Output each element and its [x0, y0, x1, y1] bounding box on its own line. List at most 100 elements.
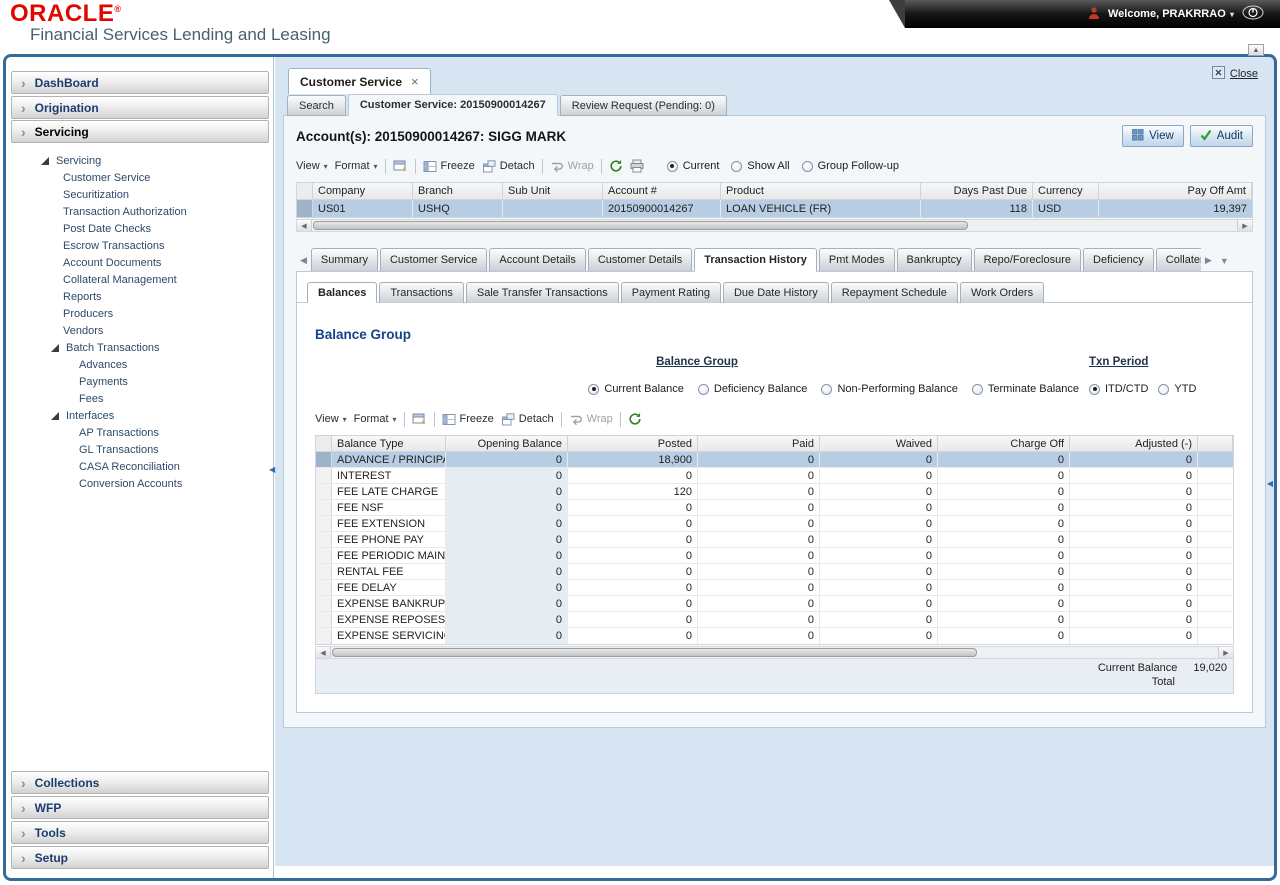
- tree-item-label[interactable]: CASA Reconciliation: [79, 461, 180, 473]
- tree-item-label[interactable]: Servicing: [56, 155, 101, 167]
- balance-group-radio[interactable]: Non-Performing Balance: [821, 383, 957, 395]
- balance-tab[interactable]: Sale Transfer Transactions: [466, 282, 619, 303]
- balance-row[interactable]: INTEREST 0 0 0 0 0 0: [316, 468, 1233, 484]
- logout-power-icon[interactable]: [1242, 5, 1264, 23]
- sidebar-section[interactable]: › Collections: [11, 771, 269, 794]
- tree-item[interactable]: Payments: [11, 373, 269, 390]
- column-header-company[interactable]: Company: [313, 183, 413, 199]
- balance-tab[interactable]: Work Orders: [960, 282, 1044, 303]
- balance-group-radio[interactable]: Terminate Balance: [972, 383, 1079, 395]
- tree-item-label[interactable]: Vendors: [63, 325, 103, 337]
- txn-period-radio[interactable]: ITD/CTD: [1089, 383, 1148, 395]
- sidebar-section[interactable]: › Origination: [11, 96, 269, 119]
- freeze-button[interactable]: Freeze: [442, 413, 494, 426]
- query-by-example-icon[interactable]: [412, 412, 427, 426]
- tree-item-label[interactable]: Producers: [63, 308, 113, 320]
- tree-item[interactable]: Securitization: [11, 186, 269, 203]
- view-menu[interactable]: View▾: [315, 413, 347, 425]
- balance-tab[interactable]: Due Date History: [723, 282, 829, 303]
- tree-item[interactable]: CASA Reconciliation: [11, 458, 269, 475]
- balance-row[interactable]: FEE NSF 0 0 0 0 0 0: [316, 500, 1233, 516]
- query-by-example-icon[interactable]: [393, 159, 408, 173]
- scroll-left-icon[interactable]: ◀: [316, 647, 331, 658]
- subtab[interactable]: Review Request (Pending: 0): [560, 95, 727, 116]
- detail-tab[interactable]: Collateral: [1156, 248, 1201, 271]
- row-selector[interactable]: [297, 200, 313, 217]
- column-header-charge-off[interactable]: Charge Off: [938, 436, 1070, 451]
- balance-tab[interactable]: Transactions: [379, 282, 464, 303]
- display-filter-radio[interactable]: Current: [667, 160, 720, 172]
- tree-item-label[interactable]: Payments: [79, 376, 128, 388]
- tree-item[interactable]: Servicing: [11, 152, 269, 169]
- tree-item-label[interactable]: Transaction Authorization: [63, 206, 187, 218]
- scroll-up-button[interactable]: ▲: [1248, 44, 1264, 56]
- scroll-right-icon[interactable]: ▶: [1218, 647, 1233, 658]
- sidebar-section[interactable]: › WFP: [11, 796, 269, 819]
- accounts-grid-hscrollbar[interactable]: ◀ ▶: [296, 219, 1253, 232]
- sidebar-section[interactable]: › Setup: [11, 846, 269, 869]
- tree-item[interactable]: Advances: [11, 356, 269, 373]
- column-header-adjusted[interactable]: Adjusted (-): [1070, 436, 1198, 451]
- hscroll-thumb[interactable]: [332, 648, 977, 657]
- sidebar-section[interactable]: › Tools: [11, 821, 269, 844]
- tree-item[interactable]: Transaction Authorization: [11, 203, 269, 220]
- detach-button[interactable]: Detach: [501, 413, 554, 426]
- tree-item[interactable]: Fees: [11, 390, 269, 407]
- row-selector[interactable]: [316, 532, 332, 547]
- detail-tab[interactable]: Account Details: [489, 248, 585, 271]
- display-filter-radio[interactable]: Show All: [731, 160, 789, 172]
- balance-tab[interactable]: Payment Rating: [621, 282, 721, 303]
- tree-item[interactable]: Batch Transactions: [11, 339, 269, 356]
- tree-item-label[interactable]: Post Date Checks: [63, 223, 151, 235]
- balance-row[interactable]: EXPENSE SERVICING 0 0 0 0 0 0: [316, 628, 1233, 644]
- column-header-paid[interactable]: Paid: [698, 436, 820, 451]
- column-header-sub-unit[interactable]: Sub Unit: [503, 183, 603, 199]
- column-header-account[interactable]: Account #: [603, 183, 721, 199]
- account-row[interactable]: US01 USHQ 20150900014267 LOAN VEHICLE (F…: [297, 200, 1252, 217]
- tree-item-label[interactable]: Advances: [79, 359, 127, 371]
- detail-tab[interactable]: Deficiency: [1083, 248, 1154, 271]
- display-filter-radio[interactable]: Group Follow-up: [802, 160, 899, 172]
- tree-item[interactable]: Vendors: [11, 322, 269, 339]
- tree-item-label[interactable]: Customer Service: [63, 172, 150, 184]
- balances-grid-hscrollbar[interactable]: ◀ ▶: [315, 646, 1234, 659]
- tree-item-label[interactable]: Escrow Transactions: [63, 240, 164, 252]
- balance-row[interactable]: RENTAL FEE 0 0 0 0 0 0: [316, 564, 1233, 580]
- balance-row[interactable]: FEE LATE CHARGE 0 120 0 0 0 0: [316, 484, 1233, 500]
- column-header-product[interactable]: Product: [721, 183, 921, 199]
- tree-item[interactable]: Collateral Management: [11, 271, 269, 288]
- refresh-icon[interactable]: [609, 159, 623, 173]
- balance-row[interactable]: FEE PHONE PAY 0 0 0 0 0 0: [316, 532, 1233, 548]
- tree-item[interactable]: Account Documents: [11, 254, 269, 271]
- row-selector[interactable]: [316, 628, 332, 644]
- balance-row[interactable]: ADVANCE / PRINCIPAL 0 18,900 0 0 0 0: [316, 452, 1233, 468]
- tree-item[interactable]: Reports: [11, 288, 269, 305]
- row-selector[interactable]: [316, 564, 332, 579]
- refresh-icon[interactable]: [628, 412, 642, 426]
- tree-expand-icon[interactable]: [51, 344, 59, 352]
- balance-tab[interactable]: Balances: [307, 282, 377, 303]
- tree-item-label[interactable]: GL Transactions: [79, 444, 159, 456]
- freeze-button[interactable]: Freeze: [423, 160, 475, 173]
- view-menu[interactable]: View▾: [296, 160, 328, 172]
- tree-item[interactable]: Customer Service: [11, 169, 269, 186]
- tree-item[interactable]: Interfaces: [11, 407, 269, 424]
- row-selector[interactable]: [316, 516, 332, 531]
- tree-expand-icon[interactable]: [41, 157, 49, 165]
- balance-group-radio[interactable]: Deficiency Balance: [698, 383, 808, 395]
- tree-item-label[interactable]: Interfaces: [66, 410, 114, 422]
- detail-tab[interactable]: Repo/Foreclosure: [974, 248, 1081, 271]
- balance-row[interactable]: FEE EXTENSION 0 0 0 0 0 0: [316, 516, 1233, 532]
- tree-item[interactable]: GL Transactions: [11, 441, 269, 458]
- window-tab-customer-service[interactable]: Customer Service ×: [288, 68, 431, 94]
- tree-item[interactable]: AP Transactions: [11, 424, 269, 441]
- detail-tab[interactable]: Bankruptcy: [897, 248, 972, 271]
- sidebar-section[interactable]: › DashBoard: [11, 71, 269, 94]
- welcome-menu[interactable]: Welcome, PRAKRRAO ▾: [1108, 8, 1234, 20]
- tree-item-label[interactable]: Account Documents: [63, 257, 161, 269]
- tree-item[interactable]: Conversion Accounts: [11, 475, 269, 492]
- format-menu[interactable]: Format▾: [354, 413, 397, 425]
- tabs-scroll-right-icon[interactable]: ▶: [1201, 255, 1216, 272]
- tabs-overflow-icon[interactable]: ▼: [1216, 256, 1233, 272]
- column-header-branch[interactable]: Branch: [413, 183, 503, 199]
